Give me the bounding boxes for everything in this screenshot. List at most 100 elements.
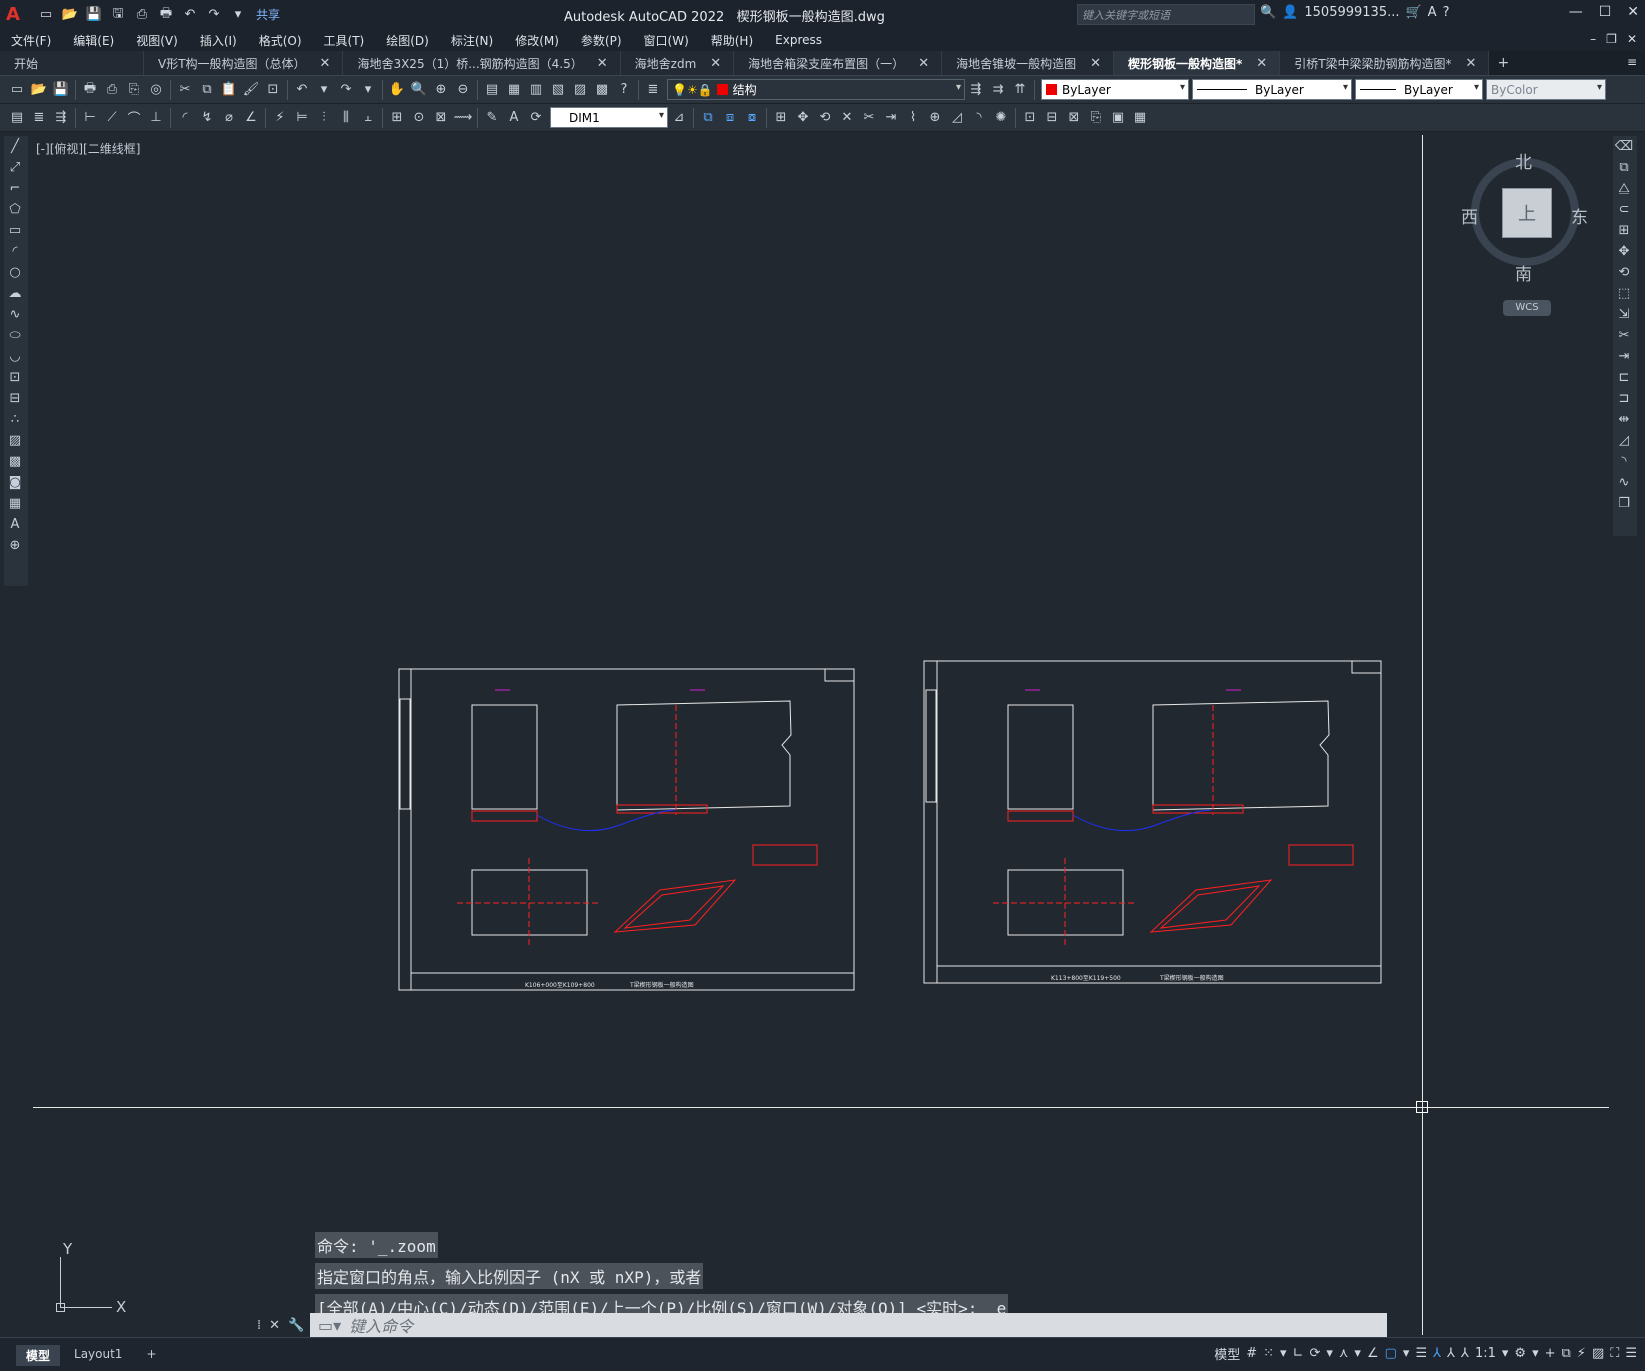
menu-window[interactable]: 窗口(W)	[633, 32, 700, 49]
dimstyle-manager-icon[interactable]: ⊿	[669, 108, 689, 128]
erase-icon[interactable]: ✕	[837, 108, 857, 128]
add-layout-icon[interactable]: +	[136, 1345, 166, 1366]
annotation-scale[interactable]: 1:1	[1475, 1346, 1496, 1361]
close-icon[interactable]: ✕	[269, 1318, 280, 1333]
mtext-icon[interactable]: A	[4, 514, 26, 535]
paste-icon[interactable]: 📋	[219, 80, 239, 100]
table-icon[interactable]: ▦	[4, 493, 26, 514]
publish-icon[interactable]: ⎘	[124, 80, 144, 100]
region-icon[interactable]: ◙	[4, 472, 26, 493]
menu-insert[interactable]: 插入(I)	[189, 32, 248, 49]
layer-state-icon[interactable]: ⇈	[1010, 80, 1030, 100]
polygon-icon[interactable]: ⬠	[4, 199, 26, 220]
layer-icon[interactable]: ≣	[29, 108, 49, 128]
performance-icon[interactable]: ▨	[1592, 1346, 1604, 1361]
aligned-dim-icon[interactable]: ⟋	[102, 108, 122, 128]
linetype-dropdown[interactable]: ByLayer ▾	[1192, 79, 1352, 100]
plus-icon[interactable]: +	[1545, 1346, 1556, 1361]
clean-screen-icon[interactable]: ⛶	[1610, 1346, 1619, 1361]
zoom-window-icon[interactable]: ⊕	[431, 80, 451, 100]
ellipse-arc-icon[interactable]: ◡	[4, 346, 26, 367]
revcloud-icon[interactable]: ☁	[4, 283, 26, 304]
image-icon[interactable]: ▣	[1108, 108, 1128, 128]
scale-icon[interactable]: ⬚	[1613, 283, 1635, 304]
make-block-icon[interactable]: ⊟	[4, 388, 26, 409]
break-icon[interactable]: ⊐	[1613, 388, 1635, 409]
extend-icon[interactable]: ⇥	[881, 108, 901, 128]
arc-icon[interactable]: ◜	[4, 241, 26, 262]
annotation-scale-icon[interactable]: ⅄	[1461, 1346, 1469, 1361]
stretch-icon[interactable]: ⇲	[1613, 304, 1635, 325]
copy-icon[interactable]: ⧉	[197, 80, 217, 100]
hatch-icon[interactable]: ▨	[4, 430, 26, 451]
osnap-icon[interactable]: ▢	[1385, 1346, 1397, 1361]
share-button[interactable]: 共享	[256, 6, 280, 23]
viewcube[interactable]: 北 南 西 东 上 WCS	[1461, 148, 1588, 318]
menu-parametric[interactable]: 参数(P)	[570, 32, 633, 49]
quick-dim-icon[interactable]: ⚡	[270, 108, 290, 128]
dim-update-icon[interactable]: ⟳	[526, 108, 546, 128]
radius-icon[interactable]: ◜	[175, 108, 195, 128]
lineweight-icon[interactable]: ☰	[1415, 1346, 1427, 1361]
chevron-down-icon[interactable]: ▾	[1532, 1346, 1539, 1361]
diameter-icon[interactable]: ⌀	[219, 108, 239, 128]
tab-t-beam-rebar[interactable]: 引桥T梁中梁梁肋钢筋构造图* ✕	[1280, 51, 1490, 75]
new-icon[interactable]: ▭	[36, 5, 56, 25]
jogged-icon[interactable]: ↯	[197, 108, 217, 128]
close-icon[interactable]: ✕	[1627, 4, 1639, 20]
block-insert-icon[interactable]: ⊡	[1020, 108, 1040, 128]
polyline-icon[interactable]: ⌐	[4, 178, 26, 199]
jog-linear-icon[interactable]: ⟿	[453, 108, 473, 128]
chevron-down-icon[interactable]: ▾	[1403, 1346, 1410, 1361]
recent-commands-icon[interactable]: ▭▾	[318, 1316, 341, 1335]
ortho-icon[interactable]: ∟	[1293, 1346, 1304, 1361]
offset-icon[interactable]: ⧇	[742, 108, 762, 128]
cart-icon[interactable]: 🛒	[1405, 5, 1421, 20]
viewport-controls[interactable]: [-][俯视][二维线框]	[36, 140, 140, 157]
join-icon[interactable]: ⊕	[925, 108, 945, 128]
fillet-icon[interactable]: ◝	[1613, 451, 1635, 472]
chevron-down-icon[interactable]: ▾	[358, 80, 378, 100]
save-icon[interactable]: 💾	[84, 5, 104, 25]
compass-south[interactable]: 南	[1515, 260, 1532, 285]
spline-icon[interactable]: ∿	[4, 304, 26, 325]
xref-icon[interactable]: ⎘	[1086, 108, 1106, 128]
dimstyle-dropdown[interactable]: DIM1 ▾	[550, 107, 668, 128]
circle-icon[interactable]: ○	[4, 262, 26, 283]
compass-west[interactable]: 西	[1461, 203, 1478, 228]
mdi-close-icon[interactable]: ✕	[1627, 32, 1637, 46]
new-tab-icon[interactable]: +	[1489, 55, 1517, 71]
line-icon[interactable]: ╱	[4, 136, 26, 157]
model-space-toggle[interactable]: 模型	[1214, 1344, 1240, 1363]
tolerance-icon[interactable]: ⊞	[387, 108, 407, 128]
chevron-down-icon[interactable]: ▾	[314, 80, 334, 100]
wcs-menu[interactable]: WCS	[1503, 300, 1551, 316]
sheet-set-icon[interactable]: ▧	[548, 80, 568, 100]
ellipse-icon[interactable]: ⬭	[4, 325, 26, 346]
table-icon[interactable]: ▦	[1130, 108, 1150, 128]
ordinate-icon[interactable]: ⊥	[146, 108, 166, 128]
object-track-icon[interactable]: ∠	[1367, 1346, 1379, 1361]
redo-icon[interactable]: ↷	[204, 5, 224, 25]
center-mark-icon[interactable]: ⊙	[409, 108, 429, 128]
menu-tools[interactable]: 工具(T)	[313, 32, 376, 49]
chevron-down-icon[interactable]: ▾	[1354, 1346, 1361, 1361]
tab-model[interactable]: 模型	[16, 1345, 61, 1366]
close-icon[interactable]: ✕	[1090, 56, 1101, 71]
linear-dim-icon[interactable]: ⊢	[80, 108, 100, 128]
gear-icon[interactable]: ⚙	[1514, 1346, 1526, 1361]
save-icon[interactable]: 💾	[51, 80, 71, 100]
menu-file[interactable]: 文件(F)	[0, 32, 62, 49]
layer-properties-icon[interactable]: ≣	[643, 80, 663, 100]
zoom-realtime-icon[interactable]: 🔍	[409, 80, 429, 100]
break-at-point-icon[interactable]: ⊏	[1613, 367, 1635, 388]
rotate-icon[interactable]: ⟲	[1613, 262, 1635, 283]
close-icon[interactable]: ✕	[1466, 56, 1477, 71]
chevron-down-icon[interactable]: ▾	[1326, 1346, 1333, 1361]
mirror-icon[interactable]: ⧋	[1613, 178, 1635, 199]
isolate-icon[interactable]: ⧉	[1562, 1346, 1571, 1361]
properties-icon[interactable]: ▤	[7, 108, 27, 128]
chamfer-icon[interactable]: ◿	[947, 108, 967, 128]
tab-haidishe-zdm[interactable]: 海地舍zdm ✕	[620, 51, 735, 75]
grip-icon[interactable]: ⁞	[257, 1318, 261, 1333]
